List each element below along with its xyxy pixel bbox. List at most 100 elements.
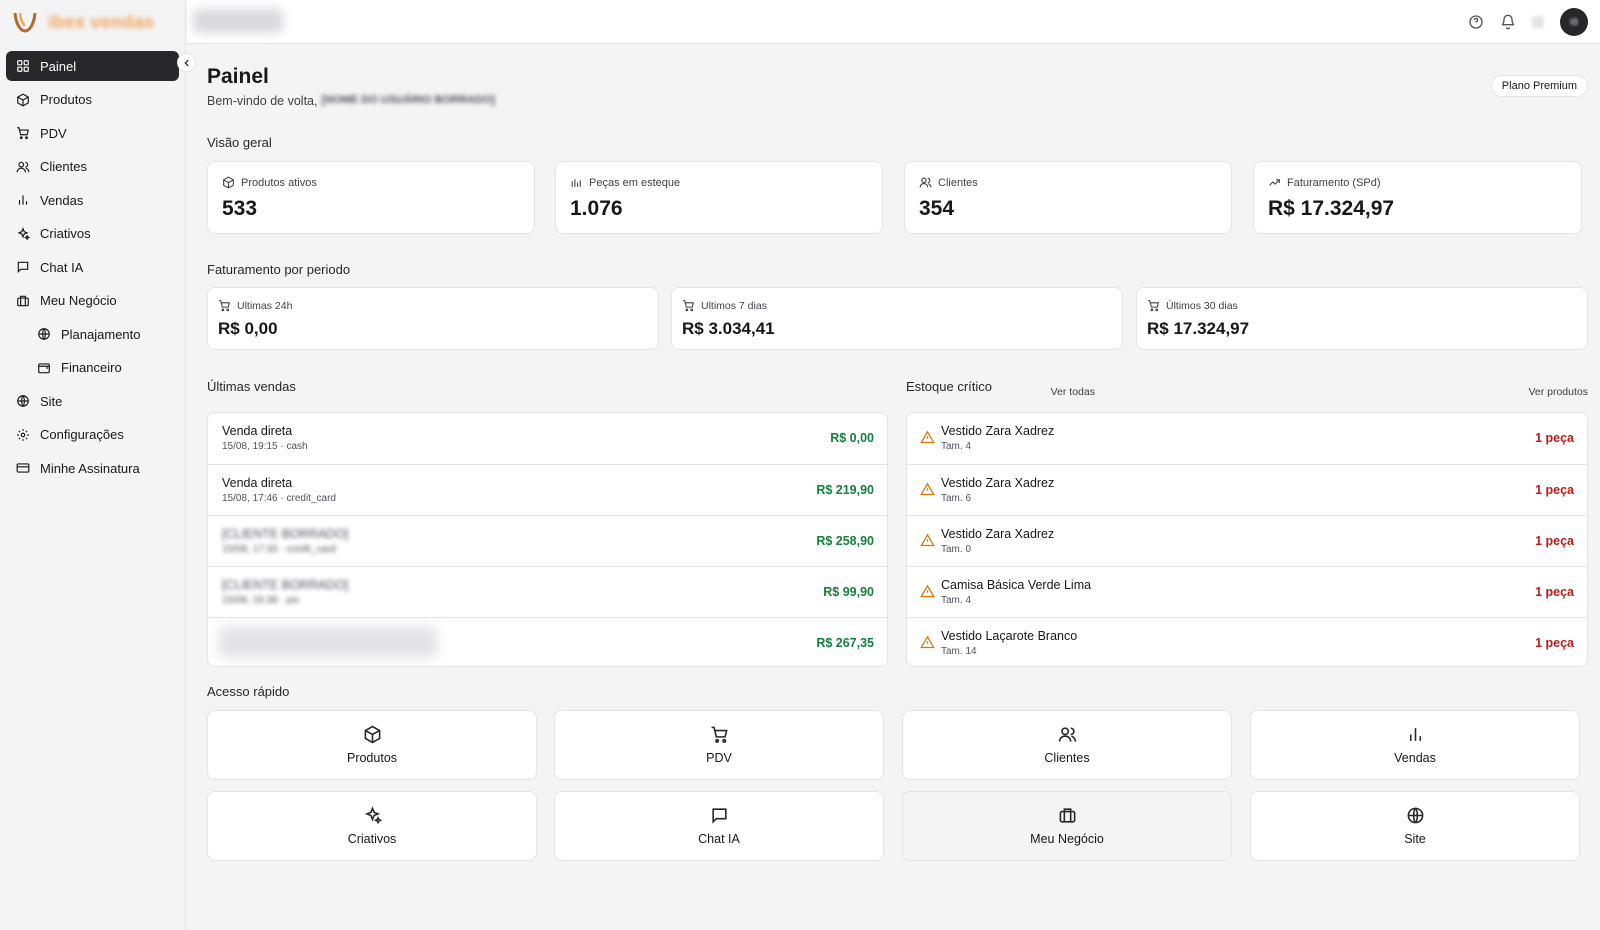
sidebar-item-label: Vendas — [40, 192, 84, 208]
message-icon — [17, 261, 29, 274]
sale-amount: R$ 219,90 — [816, 483, 874, 497]
quick-site-button[interactable]: Site — [1250, 791, 1580, 861]
stat-card-produtos: Produtos ativos 533 — [207, 161, 535, 234]
stock-qty: 1 peça — [1535, 534, 1574, 548]
warning-icon — [920, 584, 935, 598]
topbar: IB — [187, 0, 1600, 44]
sidebar-item-financeiro[interactable]: Financeiro — [6, 353, 179, 383]
quick-chat-ia-button[interactable]: Chat IA — [554, 791, 884, 861]
stock-row[interactable]: Vestido Zara Xadrez Tam. 0 1 peça — [907, 515, 1587, 566]
sale-row[interactable]: [CLIENTE BORRADO] 15/08, 17:33 · credit_… — [208, 515, 887, 566]
ibex-logo-icon — [13, 12, 37, 33]
sidebar-item-meu-negocio[interactable]: Meu Negócio — [6, 286, 179, 316]
stock-size: Tam. 4 — [941, 595, 972, 606]
blurred-indicator — [1532, 16, 1544, 28]
stock-row[interactable]: Vestido Zara Xadrez Tam. 6 1 peça — [907, 464, 1587, 515]
sidebar-item-planajamento[interactable]: Planajamento — [6, 319, 179, 349]
stock-row[interactable]: Camisa Básica Verde Lima Tam. 4 1 peça — [907, 566, 1587, 617]
quick-produtos-button[interactable]: Produtos — [207, 710, 537, 780]
avatar[interactable]: IB — [1560, 8, 1588, 36]
users-icon — [919, 177, 932, 188]
stock-product: Vestido Laçarote Branco — [941, 629, 1078, 643]
period-card-30d: Últimos 30 dias R$ 17.324,97 — [1136, 287, 1588, 350]
sidebar-item-vendas[interactable]: Vendas — [6, 185, 179, 215]
overview-title: Visão geral — [207, 135, 272, 150]
welcome-text: Bem-vindo de volta, [NOME DO USUÁRIO BOR… — [207, 94, 495, 108]
brand[interactable]: ibex vendas — [0, 0, 185, 44]
period-value: R$ 0,00 — [218, 319, 278, 338]
stock-row[interactable]: Vestido Laçarote Branco Tam. 14 1 peça — [907, 617, 1587, 666]
globe-icon — [38, 328, 50, 340]
warning-icon — [920, 533, 935, 547]
stock-qty: 1 peça — [1535, 483, 1574, 497]
quick-label: Produtos — [346, 751, 398, 765]
sidebar-item-label: Chat IA — [40, 259, 84, 275]
sidebar-item-label: Meu Negócio — [40, 293, 117, 308]
warning-icon — [920, 430, 935, 444]
sidebar-item-configuracoes[interactable]: Configurações — [6, 420, 179, 450]
sidebar-collapse-button[interactable] — [177, 53, 196, 72]
gear-icon — [17, 428, 29, 441]
cart-icon — [219, 300, 231, 312]
quick-vendas-button[interactable]: Vendas — [1250, 710, 1580, 780]
sidebar-item-label: Produtos — [40, 92, 93, 107]
sidebar-item-criativos[interactable]: Criativos — [6, 219, 179, 249]
trending-up-icon — [1269, 179, 1280, 186]
credit-card-icon — [16, 463, 30, 473]
sparkles-icon — [364, 806, 382, 825]
period-title: Faturamento por periodo — [207, 262, 351, 277]
sidebar-item-painel[interactable]: Painel — [6, 51, 179, 81]
help-icon[interactable] — [1468, 14, 1484, 30]
sales-title: Últimas vendas — [207, 379, 296, 394]
sidebar-item-clientes[interactable]: Clientes — [6, 152, 179, 182]
stock-size: Tam. 4 — [941, 441, 972, 452]
sale-amount: R$ 258,90 — [816, 534, 874, 548]
sidebar: ibex vendas Painel Produtos PDV Clientes… — [0, 0, 186, 930]
stock-product: Vestido Zara Xadrez — [941, 527, 1055, 541]
package-icon — [17, 92, 29, 107]
stock-product: Camisa Básica Verde Lima — [941, 578, 1092, 592]
stock-row[interactable]: Vestido Zara Xadrez Tam. 4 1 peça — [907, 413, 1587, 464]
plan-badge[interactable]: Plano Premium — [1490, 75, 1588, 97]
sale-row[interactable]: Venda direta 15/08, 19:15 · cash R$ 0,00 — [208, 413, 887, 464]
stat-label: Faturamento (SPd) — [1268, 176, 1381, 189]
stat-value: 354 — [919, 197, 955, 220]
page-title: Painel — [207, 65, 269, 88]
stock-size: Tam. 6 — [941, 493, 972, 504]
sale-meta: 15/08, 17:33 · credit_card — [222, 544, 336, 555]
sale-amount: R$ 267,35 — [816, 636, 874, 650]
period-label: Ultimos 7 dias — [682, 299, 767, 312]
sidebar-item-produtos[interactable]: Produtos — [6, 85, 179, 115]
bar-chart-icon — [1409, 728, 1421, 741]
quick-clientes-button[interactable]: Clientes — [902, 710, 1232, 780]
sidebar-item-chat-ia[interactable]: Chat IA — [6, 252, 179, 282]
sidebar-item-pdv[interactable]: PDV — [6, 118, 179, 148]
grid-icon — [17, 60, 29, 72]
package-icon — [223, 176, 234, 189]
sale-row[interactable]: [CLIENTE BORRADO] 15/08, 16:38 · pix R$ … — [208, 566, 887, 617]
quick-criativos-button[interactable]: Criativos — [207, 791, 537, 861]
stat-card-clientes: Clientes 354 — [904, 161, 1232, 234]
sale-amount: R$ 99,90 — [823, 585, 874, 599]
bell-icon[interactable] — [1500, 14, 1516, 30]
sidebar-item-label: Planajamento — [61, 326, 141, 342]
sidebar-item-minhe-assinatura[interactable]: Minhe Assinatura — [6, 453, 179, 483]
sidebar-item-site[interactable]: Site — [6, 386, 179, 416]
users-icon — [16, 161, 30, 172]
sale-amount: R$ 0,00 — [830, 431, 874, 445]
bar-chart-icon — [571, 179, 581, 187]
sale-row[interactable]: R$ 267,35 — [208, 617, 887, 666]
package-icon — [364, 725, 380, 744]
sidebar-item-label: Painel — [40, 58, 77, 74]
quick-pdv-button[interactable]: PDV — [554, 710, 884, 780]
stat-value: R$ 17.324,97 — [1268, 197, 1395, 220]
quick-meu-negocio-button[interactable]: Meu Negócio — [902, 791, 1232, 861]
stat-label: Clientes — [919, 176, 978, 189]
sale-row[interactable]: Venda direta 15/08, 17:46 · credit_card … — [208, 464, 887, 515]
period-label-text: Ultimos 7 dias — [701, 299, 767, 312]
sparkles-icon — [17, 226, 30, 241]
stat-label-text: Produtos ativos — [241, 176, 317, 189]
stat-label-text: Clientes — [938, 176, 978, 189]
stock-title: Estoque crítico — [906, 379, 992, 394]
ver-produtos-link[interactable]: Ver produtos — [1327, 386, 1588, 398]
